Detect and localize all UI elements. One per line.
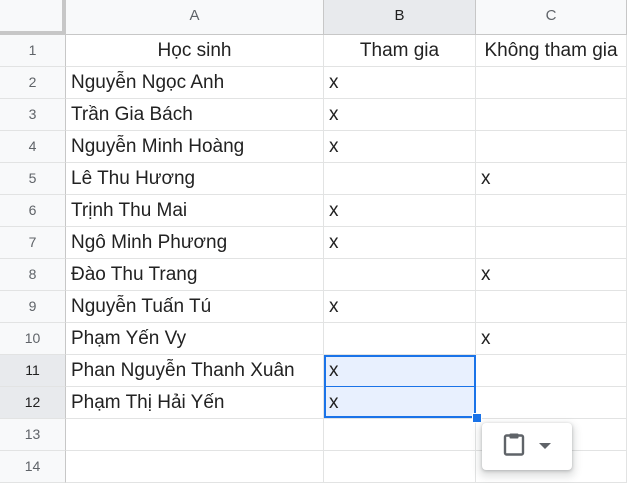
row-header-1[interactable]: 1 <box>0 35 66 67</box>
cell-a3[interactable]: Trần Gia Bách <box>66 99 324 131</box>
cell-c6[interactable] <box>476 195 627 227</box>
cell-b13[interactable] <box>324 419 476 451</box>
cell-a14[interactable] <box>66 451 324 483</box>
cell-b11[interactable]: x <box>324 355 476 387</box>
cell-c10[interactable]: x <box>476 323 627 355</box>
cell-b1[interactable]: Tham gia <box>324 35 476 67</box>
row-header-6[interactable]: 6 <box>0 195 66 227</box>
cell-a6[interactable]: Trịnh Thu Mai <box>66 195 324 227</box>
cell-c9[interactable] <box>476 291 627 323</box>
cell-c4[interactable] <box>476 131 627 163</box>
cell-a7[interactable]: Ngô Minh Phương <box>66 227 324 259</box>
cell-c5[interactable]: x <box>476 163 627 195</box>
cell-b3[interactable]: x <box>324 99 476 131</box>
cell-a1[interactable]: Học sinh <box>66 35 324 67</box>
clipboard-icon <box>503 432 525 461</box>
row-header-8[interactable]: 8 <box>0 259 66 291</box>
cell-a9[interactable]: Nguyễn Tuấn Tú <box>66 291 324 323</box>
cell-c1[interactable]: Không tham gia <box>476 35 627 67</box>
cell-b5[interactable] <box>324 163 476 195</box>
cell-b10[interactable] <box>324 323 476 355</box>
row-header-10[interactable]: 10 <box>0 323 66 355</box>
cell-b2[interactable]: x <box>324 67 476 99</box>
cell-b9[interactable]: x <box>324 291 476 323</box>
cell-a2[interactable]: Nguyễn Ngọc Anh <box>66 67 324 99</box>
spreadsheet-grid: A B C 1 Học sinh Tham gia Không tham gia 2 Nguyễ… <box>0 0 627 483</box>
row-header-12[interactable]: 12 <box>0 387 66 419</box>
row-header-2[interactable]: 2 <box>0 67 66 99</box>
column-header-b[interactable]: B <box>324 0 476 35</box>
select-all-corner[interactable] <box>0 0 66 35</box>
cell-a5[interactable]: Lê Thu Hương <box>66 163 324 195</box>
cell-b4[interactable]: x <box>324 131 476 163</box>
cell-c3[interactable] <box>476 99 627 131</box>
cell-c7[interactable] <box>476 227 627 259</box>
cell-a11[interactable]: Phan Nguyễn Thanh Xuân <box>66 355 324 387</box>
column-header-c[interactable]: C <box>476 0 627 35</box>
row-header-5[interactable]: 5 <box>0 163 66 195</box>
cell-a10[interactable]: Phạm Yến Vy <box>66 323 324 355</box>
cell-c11[interactable] <box>476 355 627 387</box>
cell-b7[interactable]: x <box>324 227 476 259</box>
column-header-a[interactable]: A <box>66 0 324 35</box>
cell-c12[interactable] <box>476 387 627 419</box>
cell-a13[interactable] <box>66 419 324 451</box>
cell-a12[interactable]: Phạm Thị Hải Yến <box>66 387 324 419</box>
cell-a4[interactable]: Nguyễn Minh Hoàng <box>66 131 324 163</box>
chevron-down-icon[interactable] <box>539 438 551 456</box>
cell-b12[interactable]: x <box>324 387 476 419</box>
row-header-7[interactable]: 7 <box>0 227 66 259</box>
cell-a8[interactable]: Đào Thu Trang <box>66 259 324 291</box>
row-header-11[interactable]: 11 <box>0 355 66 387</box>
row-header-14[interactable]: 14 <box>0 451 66 483</box>
row-header-4[interactable]: 4 <box>0 131 66 163</box>
row-header-9[interactable]: 9 <box>0 291 66 323</box>
cell-c2[interactable] <box>476 67 627 99</box>
row-header-3[interactable]: 3 <box>0 99 66 131</box>
cell-c8[interactable]: x <box>476 259 627 291</box>
header-divider <box>0 34 627 35</box>
cell-b14[interactable] <box>324 451 476 483</box>
fill-handle[interactable] <box>472 413 482 423</box>
cell-b8[interactable] <box>324 259 476 291</box>
paste-options-button[interactable] <box>482 423 572 470</box>
row-header-13[interactable]: 13 <box>0 419 66 451</box>
cell-b6[interactable]: x <box>324 195 476 227</box>
